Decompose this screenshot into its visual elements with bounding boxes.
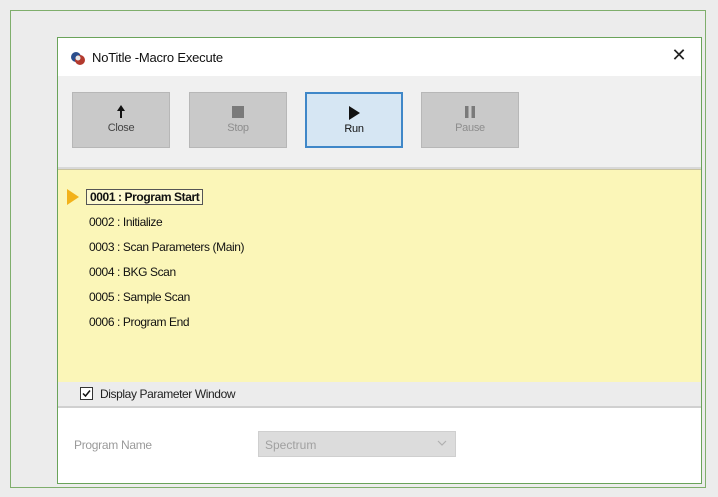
display-parameter-label: Display Parameter Window [100,387,236,401]
macro-execute-window: NoTitle -Macro Execute ✕ Close Stop Run [57,37,702,484]
play-icon [349,106,360,120]
step-item[interactable]: 0002 : Initialize [89,215,163,229]
display-parameter-row: Display Parameter Window [58,382,701,408]
stop-square-icon [232,106,244,118]
pause-icon [465,106,475,118]
parameter-area: Program Name Spectrum [58,408,701,483]
program-name-label: Program Name [74,438,152,452]
step-item[interactable]: 0003 : Scan Parameters (Main) [89,240,245,254]
program-name-value: Spectrum [265,438,317,452]
run-button[interactable]: Run [305,92,403,148]
chevron-down-icon [437,440,447,446]
macro-steps-list[interactable]: 0001 : Program Start 0002 : Initialize 0… [58,169,701,382]
stop-button-label: Stop [227,122,249,134]
toolbar: Close Stop Run Pause [58,76,701,168]
pause-button-label: Pause [455,122,485,134]
title-bar: NoTitle -Macro Execute ✕ [58,38,701,76]
close-button-label: Close [107,122,135,134]
up-arrow-icon [117,105,125,118]
program-name-select[interactable]: Spectrum [258,431,456,457]
step-item[interactable]: 0004 : BKG Scan [89,265,176,279]
checkmark-icon [82,390,91,398]
outer-frame: NoTitle -Macro Execute ✕ Close Stop Run [10,10,706,488]
macro-app-icon [71,52,85,65]
close-window-icon[interactable]: ✕ [669,45,689,66]
close-button[interactable]: Close [72,92,170,148]
stop-button[interactable]: Stop [189,92,287,148]
step-item[interactable]: 0005 : Sample Scan [89,290,190,304]
pause-button[interactable]: Pause [421,92,519,148]
step-item[interactable]: 0006 : Program End [89,315,190,329]
run-button-label: Run [344,123,364,135]
current-step-pointer-icon [67,189,79,205]
display-parameter-checkbox[interactable] [80,387,93,400]
step-item-current[interactable]: 0001 : Program Start [86,189,204,205]
window-title: NoTitle -Macro Execute [92,50,223,65]
